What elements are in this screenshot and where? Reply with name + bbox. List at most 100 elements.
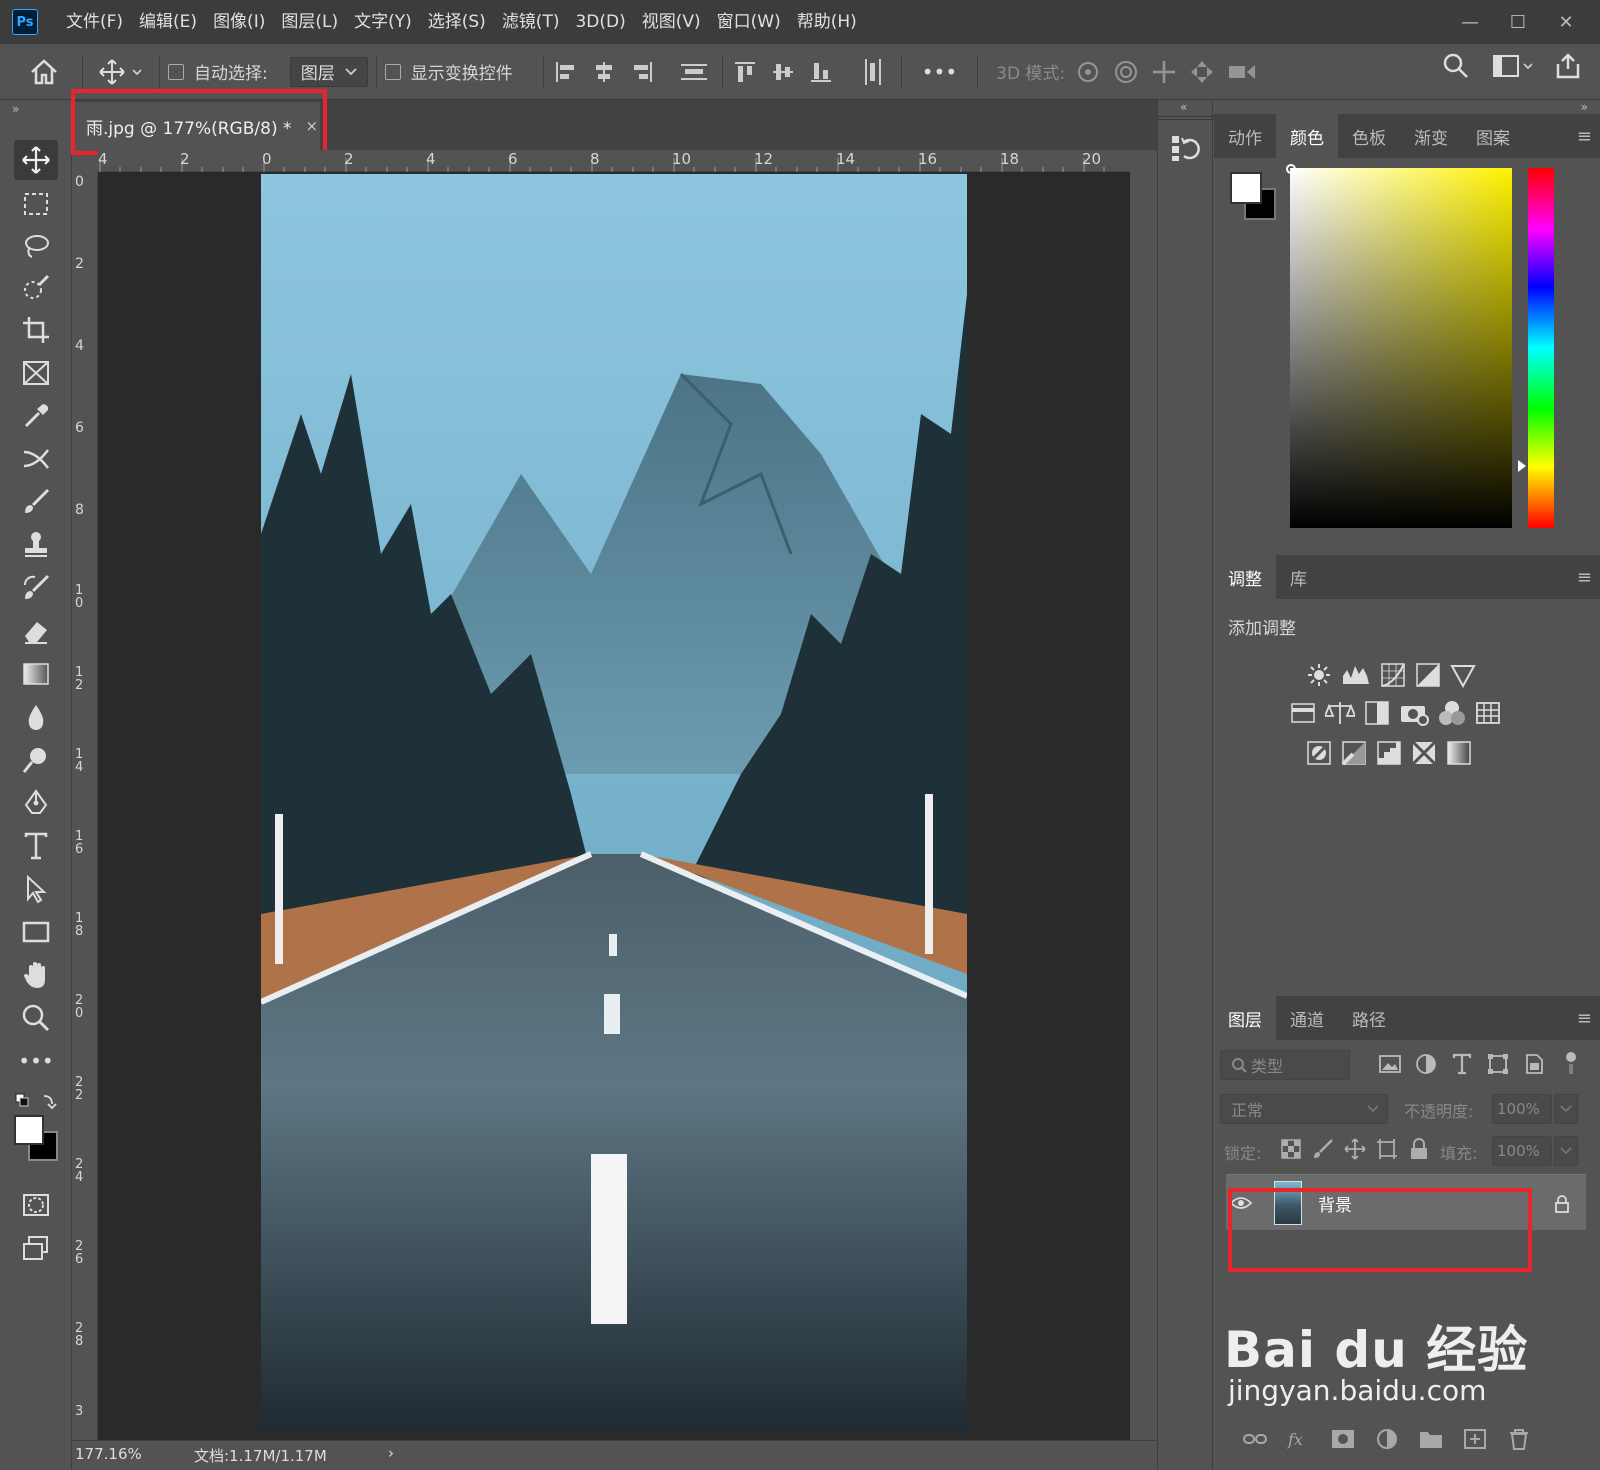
more-tools-icon[interactable]: ••• [14,1041,58,1081]
distribute-icon[interactable] [674,52,714,92]
lock-all-icon[interactable] [1408,1138,1430,1160]
document-tab[interactable]: 雨.jpg @ 177%(RGB/8) * × [74,102,320,150]
vibrance-icon[interactable] [1450,662,1476,688]
move-tool-preset-icon[interactable] [91,52,151,92]
gradient-map-icon[interactable] [1446,740,1472,766]
link-layers-icon[interactable] [1242,1428,1268,1450]
close-tab-icon[interactable]: × [305,117,318,135]
lock-transparent-icon[interactable] [1280,1138,1302,1160]
filter-pixel-icon[interactable] [1378,1052,1402,1076]
show-transform-checkbox[interactable] [384,63,401,80]
3d-orbit-icon[interactable] [1075,59,1101,85]
frame-tool-icon[interactable] [14,353,58,393]
menu-type[interactable]: 文字(Y) [346,0,420,44]
hand-tool-icon[interactable] [14,955,58,995]
panel-menu-icon[interactable]: ≡ [1577,1008,1592,1029]
blend-mode-dropdown[interactable]: 正常 [1220,1094,1388,1124]
share-icon[interactable] [1554,52,1582,80]
tab-patterns[interactable]: 图案 [1462,114,1524,158]
layer-row[interactable]: 背景 [1226,1174,1586,1230]
canvas-area[interactable] [98,172,1130,1440]
delete-layer-icon[interactable] [1506,1428,1532,1450]
search-icon[interactable] [1442,52,1470,80]
3d-roll-icon[interactable] [1113,59,1139,85]
healing-brush-tool-icon[interactable] [14,439,58,479]
pen-tool-icon[interactable] [14,783,58,823]
tab-adjustments[interactable]: 调整 [1214,555,1276,599]
swap-colors-icon[interactable] [14,1090,60,1115]
document-image[interactable] [261,174,967,1432]
lock-artboard-icon[interactable] [1376,1138,1398,1160]
marquee-tool-icon[interactable] [14,184,58,224]
collapse-icon[interactable]: » [12,102,19,116]
threshold-icon[interactable] [1376,740,1402,766]
menu-help[interactable]: 帮助(H) [789,0,865,44]
history-panel-icon[interactable] [1170,132,1202,169]
exposure-icon[interactable] [1415,662,1441,688]
black-white-icon[interactable] [1364,700,1390,726]
color-swatches[interactable] [14,1115,60,1161]
close-window-button[interactable]: ✕ [1542,0,1590,44]
3d-slide-icon[interactable] [1189,59,1215,85]
home-icon[interactable] [14,52,74,92]
align-vcenter-icon[interactable] [769,52,797,92]
blur-tool-icon[interactable] [14,697,58,737]
zoom-tool-icon[interactable] [14,998,58,1038]
3d-pan-icon[interactable] [1151,59,1177,85]
align-hcenter-icon[interactable] [590,52,618,92]
brightness-icon[interactable] [1306,662,1332,688]
rectangle-tool-icon[interactable] [14,912,58,952]
fill-dropdown[interactable] [1554,1136,1578,1166]
crop-tool-icon[interactable] [14,310,58,350]
selective-color-icon[interactable] [1411,740,1437,766]
lock-pixels-icon[interactable] [1312,1138,1334,1160]
menu-file[interactable]: 文件(F) [58,0,131,44]
add-mask-icon[interactable] [1330,1428,1356,1450]
align-left-icon[interactable] [552,52,580,92]
align-top-icon[interactable] [731,52,759,92]
distribute-vertical-icon[interactable] [853,52,893,92]
lock-position-icon[interactable] [1344,1138,1366,1160]
type-tool-icon[interactable] [14,826,58,866]
stamp-tool-icon[interactable] [14,525,58,565]
hue-slider-handle[interactable] [1518,460,1526,472]
filter-shape-icon[interactable] [1486,1052,1510,1076]
align-right-icon[interactable] [628,52,656,92]
menu-edit[interactable]: 编辑(E) [131,0,205,44]
panel-menu-icon[interactable]: ≡ [1577,126,1592,147]
tab-channels[interactable]: 通道 [1276,996,1338,1040]
color-balance-icon[interactable] [1325,700,1355,726]
new-layer-icon[interactable] [1462,1428,1488,1450]
eraser-tool-icon[interactable] [14,611,58,651]
workspace-icon[interactable] [1492,52,1532,80]
eyedropper-tool-icon[interactable] [14,396,58,436]
align-bottom-icon[interactable] [807,52,835,92]
panel-menu-icon[interactable]: ≡ [1577,567,1592,588]
panel-color-swatches[interactable] [1230,172,1280,222]
filter-adjustment-icon[interactable] [1414,1052,1438,1076]
tab-actions[interactable]: 动作 [1214,114,1276,158]
opacity-input[interactable]: 100% [1492,1094,1552,1124]
menu-window[interactable]: 窗口(W) [709,0,789,44]
auto-select-checkbox[interactable] [168,63,184,80]
quick-select-tool-icon[interactable] [14,268,58,308]
menu-layer[interactable]: 图层(L) [273,0,346,44]
tab-swatches[interactable]: 色板 [1338,114,1400,158]
status-arrow-icon[interactable]: › [388,1444,394,1462]
more-options-button[interactable]: ••• [922,60,957,84]
tab-gradients[interactable]: 渐变 [1400,114,1462,158]
menu-image[interactable]: 图像(I) [205,0,273,44]
hue-saturation-icon[interactable] [1290,700,1316,726]
eye-icon[interactable] [1230,1195,1252,1211]
quick-mask-icon[interactable] [14,1185,58,1225]
channel-mixer-icon[interactable] [1438,700,1466,726]
screen-mode-icon[interactable] [14,1228,58,1268]
minimize-button[interactable]: — [1446,0,1494,44]
color-lookup-icon[interactable] [1475,700,1501,726]
menu-select[interactable]: 选择(S) [420,0,494,44]
dodge-tool-icon[interactable] [14,740,58,780]
foreground-color-swatch[interactable] [14,1115,44,1145]
layer-name[interactable]: 背景 [1318,1191,1352,1216]
path-select-tool-icon[interactable] [14,869,58,909]
collapse-panels-icon[interactable]: » [1581,100,1588,114]
